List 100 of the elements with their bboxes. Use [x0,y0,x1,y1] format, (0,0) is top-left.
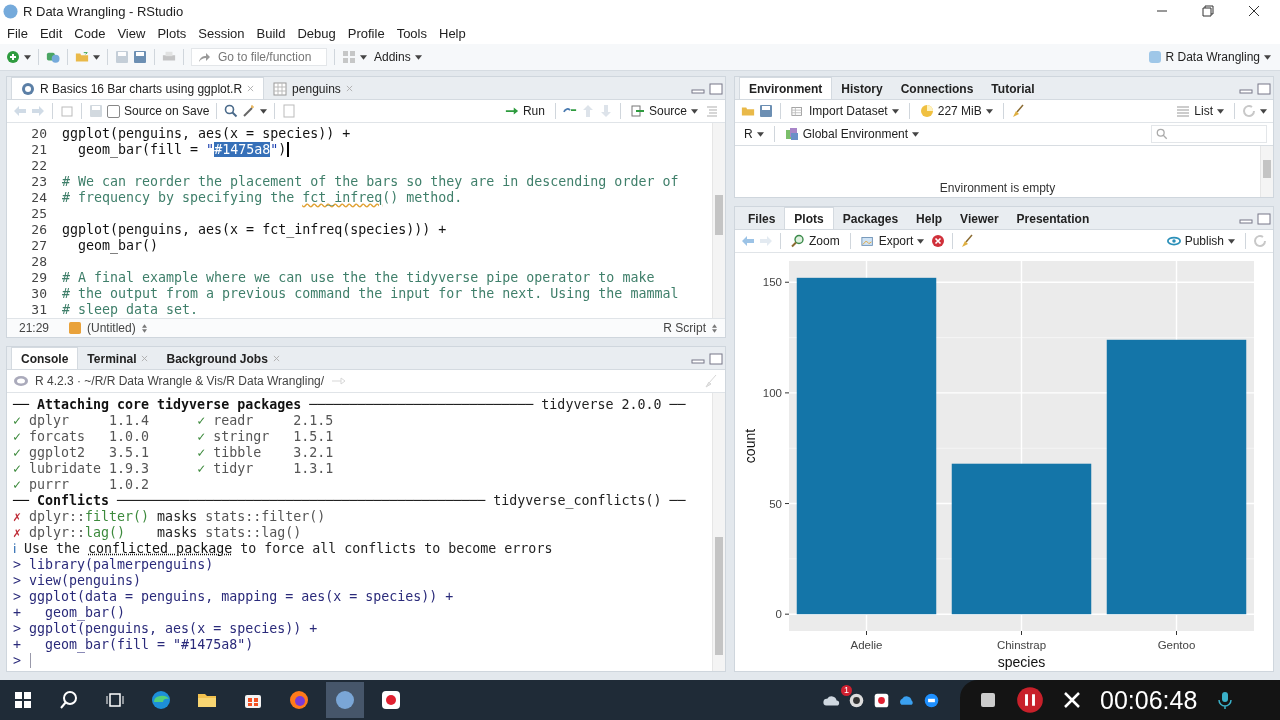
plots-tab[interactable]: Files [739,208,785,229]
working-directory: R 4.2.3 · ~/R/R Data Wrangle & Vis/R Data Wrangling/ [35,374,325,388]
plots-tab[interactable]: Viewer [951,208,1008,229]
publish-icon [1166,234,1181,248]
menu-item[interactable]: Edit [34,25,70,41]
taskbar-app[interactable] [326,682,364,718]
refresh-icon[interactable] [1253,234,1267,248]
menu-item[interactable]: Plots [152,25,194,41]
source-button[interactable]: Source [627,104,701,118]
memory-usage-button[interactable]: 227 MiB [916,104,996,118]
console-line: + geom_bar(fill = "#1475a8") [13,636,254,652]
line-number: 25 [30,205,48,221]
maximize-icon[interactable] [709,353,723,365]
broom-icon[interactable] [1010,104,1025,118]
import-dataset-button[interactable]: Import Dataset [788,104,902,118]
camera-icon[interactable] [848,691,865,709]
plots-tab[interactable]: Presentation [1007,208,1099,229]
line-number: 30 [30,285,48,301]
maximize-icon[interactable] [1257,213,1271,225]
menu-item[interactable]: Code [69,25,113,41]
delete-icon[interactable] [931,234,946,248]
menu-item[interactable]: Build [251,25,293,41]
caret-icon [691,108,698,114]
stop-icon[interactable] [978,690,998,710]
checkbox[interactable] [107,104,120,118]
chat-icon[interactable] [923,691,940,709]
line-number: 26 [30,221,48,237]
task-view-icon[interactable] [105,690,125,710]
caret-icon[interactable] [260,108,268,114]
close-icon[interactable] [1248,5,1260,17]
caret-icon [1264,54,1271,60]
plots-tab[interactable]: Help [907,208,952,229]
record-icon[interactable] [873,691,890,709]
environment-scope-button[interactable]: Global Environment [781,127,923,141]
console-tab[interactable]: Terminal [78,348,158,369]
save-icon[interactable] [759,104,773,118]
line-number: 24 [30,189,48,205]
menu-item[interactable]: Debug [292,25,343,41]
menu-item[interactable]: File [2,25,35,41]
caret-icon[interactable] [360,54,367,60]
save-icon[interactable] [115,50,129,64]
cursor-position: 21:29 [19,321,50,335]
caret-icon[interactable] [24,54,31,60]
environment-tab[interactable]: Tutorial [982,78,1044,99]
export-button[interactable]: Export [857,234,928,248]
environment-tab[interactable]: History [832,78,892,99]
code-line: # A final example where we can use the the tidyverse pipe operator to make [62,269,655,285]
search-icon[interactable] [59,690,79,710]
caret-icon[interactable] [1260,108,1267,114]
menu-item[interactable]: Profile [342,25,392,41]
line-number: 28 [30,253,48,269]
search-field[interactable] [1151,125,1267,143]
table-icon [273,81,288,96]
maximize-icon[interactable] [709,83,723,95]
menu-item[interactable]: Help [434,25,473,41]
view-mode-button[interactable]: List [1173,104,1227,118]
zoom-button[interactable]: Zoom [788,234,843,248]
code-line: # sleep data set. [62,301,199,317]
run-button[interactable]: Run [501,104,548,118]
project-menu-button[interactable]: R Data Wrangling [1144,50,1274,64]
plus-icon[interactable] [6,50,20,64]
plots-tab[interactable]: Plots [784,207,834,229]
project-icon[interactable] [46,50,60,64]
file-type-selector[interactable]: R Script [663,321,706,335]
scrollbar[interactable] [712,393,725,671]
menu-item[interactable]: Tools [391,25,434,41]
menu-item[interactable]: Session [193,25,252,41]
console-tab[interactable]: Console [11,347,79,369]
print-icon[interactable] [162,50,176,64]
record-icon[interactable] [381,690,401,710]
publish-button[interactable]: Publish [1163,234,1238,248]
menu-item[interactable]: View [112,25,153,41]
maximize-icon[interactable] [1257,83,1271,95]
editor-tab[interactable]: R Basics 16 Bar charts using ggplot.R [11,77,265,99]
editor-tab[interactable]: penguins [264,78,362,99]
back-arrow-icon[interactable] [741,234,755,248]
browser-icon[interactable] [289,690,309,710]
pause-icon[interactable] [1016,686,1044,714]
plots-tab[interactable]: Packages [833,208,908,229]
start-icon[interactable] [13,690,33,710]
caret-icon[interactable] [93,54,100,60]
hash-icon [69,322,82,334]
addins-button[interactable]: Addins [371,50,425,64]
environment-tab[interactable]: Environment [739,77,833,99]
scope-selector[interactable]: (Untitled) [87,321,136,335]
broom-icon[interactable] [960,234,975,248]
outline-icon[interactable] [705,104,719,118]
language-button[interactable]: R [741,127,767,141]
environment-tab[interactable]: Connections [891,78,983,99]
console-line: ── Attaching core tidyverse packages ──────────────────────────── tidyverse 2.0.0 ── [13,396,686,412]
browser-icon[interactable] [151,690,171,710]
scrollbar[interactable] [712,123,725,318]
tick-label: Gentoo [1157,639,1196,651]
wand-icon[interactable] [242,104,257,118]
window-title: R Data Wrangling - RStudio [23,3,184,19]
search-field[interactable]: Go to file/function [191,48,327,66]
console-tab[interactable]: Background Jobs [157,348,289,369]
restore-icon[interactable] [1202,5,1214,17]
save-all-icon[interactable] [133,50,147,64]
scrollbar[interactable] [1260,146,1273,197]
